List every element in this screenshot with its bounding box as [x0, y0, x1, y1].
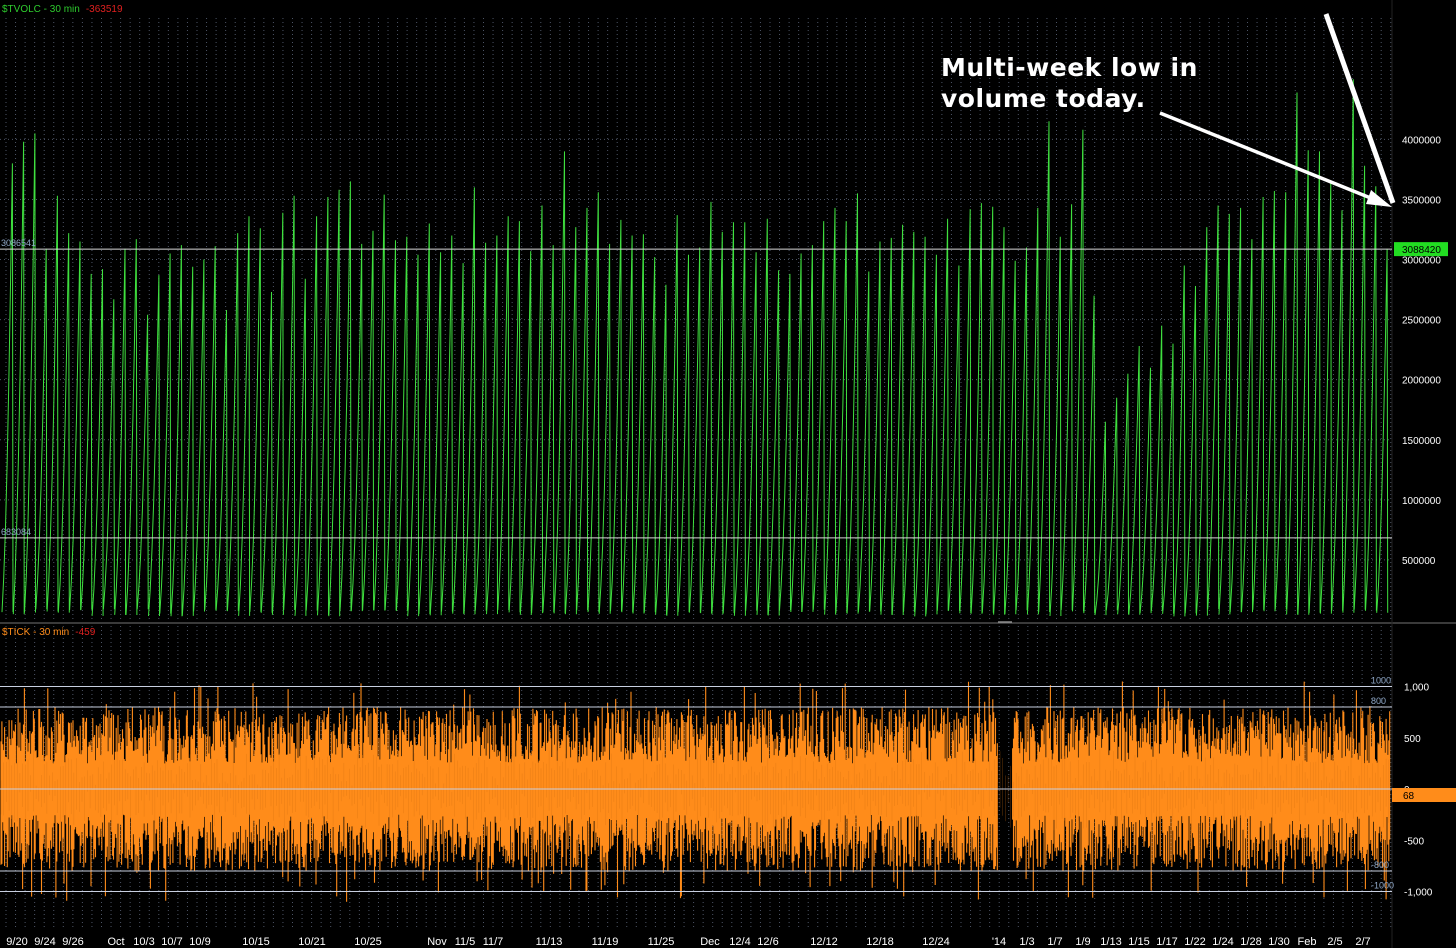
tvolc-y-tick-label: 3500000 [1402, 195, 1441, 206]
x-tick-label: 9/24 [34, 936, 55, 948]
x-tick-label: 10/15 [242, 936, 270, 948]
tick-y-tick-label: -1,000 [1404, 888, 1433, 899]
chart-canvas: 3086541 683084 4000000 3500000 3000000 250000… [0, 0, 1456, 948]
tvolc-y-tick-label: 500000 [1402, 556, 1436, 567]
tick-title: $TICK - 30 min [2, 627, 70, 638]
x-tick-label: 10/9 [189, 936, 210, 948]
x-tick-label: 1/15 [1128, 936, 1149, 948]
x-tick-label: 1/3 [1019, 936, 1034, 948]
x-tick-label: 12/4 [729, 936, 750, 948]
tvolc-series [1, 79, 1389, 617]
x-tick-label: 10/7 [161, 936, 182, 948]
tick-panel-title: $TICK - 30 min -459 [2, 627, 95, 638]
x-tick-label: 1/17 [1156, 936, 1177, 948]
x-tick-label: Dec [700, 936, 720, 948]
x-tick-label: 10/25 [354, 936, 382, 948]
x-tick-label: Oct [107, 936, 124, 948]
tvolc-line [1, 79, 1389, 617]
tvolc-title: $TVOLC - 30 min [2, 4, 80, 15]
tick-y-tick-label: 1,000 [1404, 683, 1429, 694]
tick-y-tick-label: -500 [1404, 836, 1424, 847]
tick-change: -459 [75, 627, 96, 638]
tick-series [0, 681, 1391, 902]
tick-last-value-badge [1392, 788, 1456, 802]
tick-last-value-label: 68 [1403, 791, 1415, 802]
x-tick-label: Nov [427, 936, 447, 948]
x-tick-label: '14 [992, 936, 1006, 948]
annotation-pointer-line [1323, 13, 1396, 204]
x-tick-label: 1/13 [1100, 936, 1121, 948]
tvolc-y-tick-label: 1000000 [1402, 496, 1441, 507]
tick-bars [0, 681, 1391, 902]
x-tick-label: 9/20 [6, 936, 27, 948]
tvolc-panel-title: $TVOLC - 30 min -363519 [2, 4, 123, 15]
x-tick-label: 10/21 [298, 936, 326, 948]
tick-reference-label: 800 [1371, 696, 1386, 706]
x-tick-label: 2/5 [1327, 936, 1342, 948]
x-tick-label: 1/22 [1184, 936, 1205, 948]
tvolc-y-tick-label: 4000000 [1402, 135, 1441, 146]
x-tick-label: 12/6 [757, 936, 778, 948]
tick-reference-label: 1000 [1371, 676, 1391, 686]
annotation-line-2: volume today. [941, 84, 1146, 113]
tvolc-change: -363519 [85, 4, 123, 15]
tvolc-horizontal-gridlines [0, 138, 1392, 561]
x-tick-label: 12/18 [866, 936, 894, 948]
tvolc-y-tick-label: 3000000 [1402, 256, 1441, 267]
x-tick-label: 12/24 [922, 936, 950, 948]
tvolc-y-tick-label: 1500000 [1402, 436, 1441, 447]
tvolc-last-value-label: 3088420 [1402, 245, 1441, 256]
tick-reference-label: -800 [1371, 860, 1389, 870]
tick-reference-label: -1000 [1371, 881, 1394, 891]
annotation-arrow-shaft [1159, 111, 1384, 205]
x-tick-label: 1/24 [1212, 936, 1233, 948]
x-tick-label: 9/26 [62, 936, 83, 948]
tvolc-y-tick-label: 2500000 [1402, 316, 1441, 327]
x-tick-label: Feb [1298, 936, 1317, 948]
tvolc-reference-label: 3086541 [1, 238, 36, 248]
x-tick-label: 1/7 [1047, 936, 1062, 948]
x-tick-label: 1/30 [1268, 936, 1289, 948]
annotation-text: Multi-week low in volume today. [941, 52, 1198, 114]
x-tick-label: 1/9 [1075, 936, 1090, 948]
x-tick-label: 11/19 [592, 936, 619, 948]
x-tick-label: 12/12 [810, 936, 838, 948]
x-tick-label: 2/7 [1355, 936, 1370, 948]
x-tick-label: 11/5 [455, 936, 476, 948]
x-tick-label: 11/25 [648, 936, 675, 948]
tvolc-y-tick-label: 2000000 [1402, 376, 1441, 387]
tvolc-reference-label: 683084 [1, 527, 31, 537]
annotation-line-1: Multi-week low in [941, 53, 1198, 82]
tick-y-tick-label: 500 [1404, 734, 1421, 745]
x-tick-label: 10/3 [133, 936, 154, 948]
x-tick-label: 1/28 [1240, 936, 1261, 948]
x-tick-label: 11/13 [536, 936, 563, 948]
x-tick-label: 11/7 [483, 936, 504, 948]
